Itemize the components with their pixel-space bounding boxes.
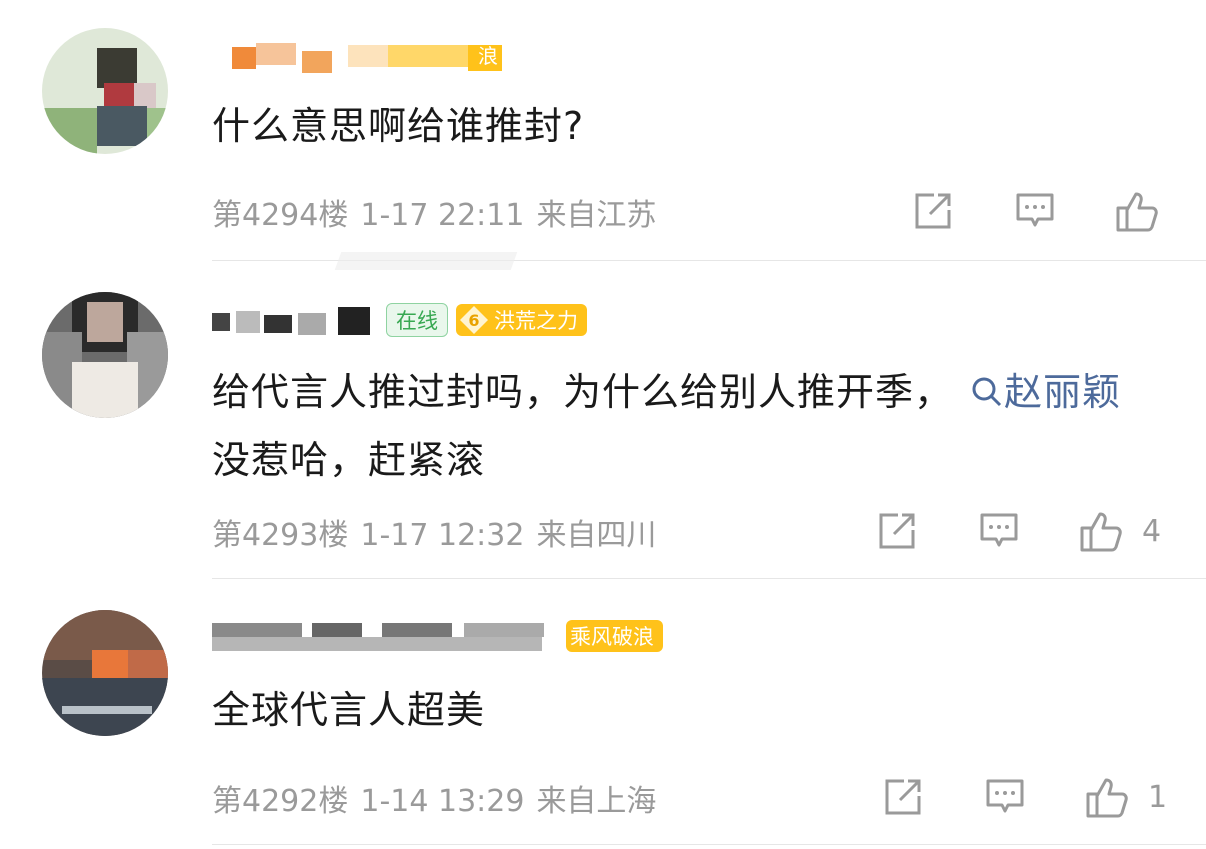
comment-meta: 第4294楼 1-17 22:11 来自江苏 <box>212 190 668 234</box>
reply-icon <box>980 513 1018 547</box>
comment-item: 乘风破浪 全球代言人超美 第4292楼 1-14 13:29 来自上海 1 <box>0 580 1206 849</box>
comment-text-after: 没惹哈，赶紧滚 <box>212 438 486 482</box>
avatar[interactable] <box>42 610 168 736</box>
online-badge: 在线 <box>386 303 448 337</box>
level-badge: 乘风破浪 <box>566 620 663 652</box>
comment-text: 什么意思啊给谁推封? <box>212 92 1156 160</box>
reply-icon <box>1016 193 1054 227</box>
topic-link-text: 赵丽颖 <box>1004 370 1122 414</box>
like-icon <box>1086 778 1128 818</box>
share-icon <box>915 193 951 229</box>
level-badge-partial: 浪 <box>478 44 498 68</box>
share-button[interactable] <box>876 510 918 552</box>
share-icon <box>885 779 921 815</box>
username-row: 在线 6 洪荒之力 <box>212 300 587 340</box>
blurred-username[interactable] <box>212 37 502 73</box>
comment-item: 在线 6 洪荒之力 给代言人推过封吗，为什么给别人推开季， 赵丽颖没惹哈，赶紧滚… <box>0 262 1206 580</box>
comment-item: 浪 什么意思啊给谁推封? 第4294楼 1-17 22:11 来自江苏 <box>0 0 1206 270</box>
like-button[interactable]: 1 <box>1084 774 1167 820</box>
like-button[interactable] <box>1114 188 1172 234</box>
level-badge-label: 乘风破浪 <box>570 625 654 649</box>
like-icon <box>1116 192 1158 232</box>
reply-button[interactable] <box>978 510 1020 552</box>
comment-meta: 第4292楼 1-14 13:29 来自上海 <box>212 776 668 820</box>
share-button[interactable] <box>882 776 924 818</box>
comment-meta: 第4293楼 1-17 12:32 来自四川 <box>212 510 668 554</box>
floor-number: 第4294楼 <box>212 198 349 233</box>
comment-date: 1-17 22:11 <box>360 198 525 233</box>
avatar[interactable] <box>42 292 168 418</box>
reply-button[interactable] <box>1014 190 1056 232</box>
level-badge-label: 洪荒之力 <box>494 309 578 333</box>
reply-button[interactable] <box>984 776 1026 818</box>
share-icon <box>879 513 915 549</box>
like-count: 4 <box>1142 513 1162 549</box>
reply-icon <box>986 779 1024 813</box>
comment-text: 全球代言人超美 <box>212 676 1156 744</box>
search-icon <box>972 377 1002 407</box>
avatar[interactable] <box>42 28 168 154</box>
comment-location: 来自四川 <box>536 518 657 553</box>
level-badge: 6 洪荒之力 <box>456 304 587 336</box>
floor-number: 第4293楼 <box>212 518 349 553</box>
comment-actions: 1 <box>882 774 1167 820</box>
topic-link[interactable]: 赵丽颖 <box>966 370 1121 414</box>
blurred-username[interactable] <box>212 619 552 653</box>
comment-text: 给代言人推过封吗，为什么给别人推开季， 赵丽颖没惹哈，赶紧滚 <box>212 358 1156 494</box>
comment-actions: 4 <box>876 508 1161 554</box>
blurred-username[interactable] <box>212 303 372 337</box>
comment-text-content: 给代言人推过封吗，为什么给别人推开季， <box>212 370 954 414</box>
divider <box>212 844 1206 845</box>
comment-text-content: 什么意思啊给谁推封? <box>212 104 585 148</box>
like-button[interactable]: 4 <box>1078 508 1161 554</box>
like-icon <box>1080 512 1122 552</box>
divider <box>212 578 1206 579</box>
comment-date: 1-14 13:29 <box>360 784 525 819</box>
username-row: 浪 <box>212 34 502 74</box>
floor-number: 第4292楼 <box>212 784 349 819</box>
like-count: 1 <box>1148 779 1168 815</box>
level-number: 6 <box>460 306 488 334</box>
username-row: 乘风破浪 <box>212 616 663 656</box>
comment-date: 1-17 12:32 <box>360 518 525 553</box>
comment-location: 来自江苏 <box>536 198 657 233</box>
comment-actions <box>912 188 1172 234</box>
comment-location: 来自上海 <box>536 784 657 819</box>
share-button[interactable] <box>912 190 954 232</box>
comment-text-content: 全球代言人超美 <box>212 688 486 732</box>
